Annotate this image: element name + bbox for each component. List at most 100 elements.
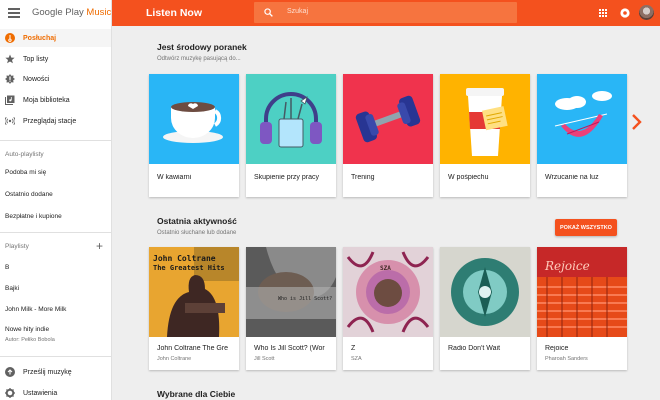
search-placeholder: Szukaj [287,8,309,15]
album-artist[interactable]: John Coltrane [157,356,235,362]
takeaway-cup-icon [466,88,508,156]
sidebar-playlist-item[interactable]: John Milk - More Milk [5,306,66,313]
app-logo[interactable]: Google Play Music [32,7,111,18]
sidebar-item-new-releases[interactable]: Nowości [0,70,111,88]
album-title: Rejoice [545,345,569,352]
autoplaylists-header: Auto-playlisty [5,151,44,158]
sidebar: Google Play Music Posłuchaj Top listy No… [0,0,112,400]
station-title: Wrzucanie na luz [545,174,599,181]
album-art: Who is Jill Scott? [246,247,336,337]
hamburger-menu-icon[interactable] [8,8,20,18]
station-card[interactable]: W kawiarni [149,74,239,197]
album-card[interactable]: Radio Don't Wait [440,247,530,370]
album-title: Who Is Jill Scott? (Wor [254,345,325,352]
album-artist[interactable]: Jill Scott [254,356,332,362]
station-art [343,74,433,164]
album-title: Z [351,345,356,352]
album-art-graphic [343,247,433,337]
sidebar-item-listen-now[interactable]: Posłuchaj [0,29,111,47]
album-card[interactable]: Who is Jill Scott? Who Is Jill Scott? (W… [246,247,336,370]
cover-text: Rejoice [545,259,590,273]
sidebar-item-label: Nowości [23,75,50,83]
station-title: W pośpiechu [448,174,489,181]
sidebar-item-label: Moja biblioteka [23,96,70,104]
upload-icon [5,367,15,377]
album-artist[interactable]: Pharoah Sanders [545,356,623,362]
album-card[interactable]: SZA Z SZA [343,247,433,370]
station-art [246,74,336,164]
station-art [149,74,239,164]
coffee-cup-icon [163,102,223,143]
playlist-author: Autor: Pełiko Bobola [5,337,55,343]
cover-text: Who is Jill Scott? [278,296,333,302]
sidebar-divider [0,356,111,357]
album-card[interactable]: John Coltrane The Greatest Hits John Col… [149,247,239,370]
sidebar-item-top-charts[interactable]: Top listy [0,50,111,68]
station-title: W kawiarni [157,174,192,181]
sidebar-playlist-item[interactable]: Bajki [5,285,19,292]
page-title: Listen Now [146,7,203,19]
album-art: Rejoice [537,247,627,337]
album-art-graphic [246,247,336,337]
logo-text-accent: Music [86,7,112,18]
station-card[interactable]: W pośpiechu [440,74,530,197]
section-subtitle-mood: Odtwórz muzykę pasującą do... [157,56,241,62]
station-card[interactable]: Skupienie przy pracy [246,74,336,197]
brand-header: Google Play Music [0,0,112,26]
sidebar-divider [0,140,111,141]
chevron-right-icon[interactable] [629,112,643,132]
star-icon [5,54,15,64]
station-card[interactable]: Trening [343,74,433,197]
section-title-recent: Ostatnia aktywność [157,216,237,226]
section-title-for-you: Wybrane dla Ciebie [157,389,236,399]
station-art [440,74,530,164]
sidebar-item-label: Top listy [23,55,49,63]
avatar[interactable] [639,5,654,20]
search-input[interactable]: Szukaj [254,2,517,23]
album-art: John Coltrane The Greatest Hits [149,247,239,337]
hammock-icon [554,91,612,137]
sidebar-item-browse-stations[interactable]: Przeglądaj stacje [0,112,111,130]
album-title: Radio Don't Wait [448,345,501,352]
library-icon [5,95,15,105]
cover-text: John Coltrane [153,254,216,263]
search-icon [264,8,273,17]
top-app-bar: Listen Now Szukaj [112,0,660,26]
sidebar-item-upload-music[interactable]: Prześlij muzykę [0,363,111,381]
sidebar-item-label: Posłuchaj [23,34,57,42]
sidebar-item-settings[interactable]: Ustawienia [0,384,111,400]
album-title: John Coltrane The Gre [157,345,229,352]
headphones-icon [260,92,322,148]
cover-text: SZA [380,265,391,272]
sidebar-item-library[interactable]: Moja biblioteka [0,91,111,109]
station-art [537,74,627,164]
album-artist[interactable]: SZA [351,356,429,362]
playlists-header: Playlisty [5,243,29,250]
section-title-mood: Jest środowy poranek [157,42,247,52]
sidebar-playlist-item[interactable]: Nowe hity indie [5,326,49,333]
sidebar-item-recently-added[interactable]: Ostatnio dodane [5,191,53,198]
settings-icon [5,388,15,398]
dumbbell-icon [355,95,421,143]
sidebar-item-label: Ustawienia [23,389,58,397]
apps-grid-icon[interactable] [599,9,607,17]
sidebar-item-free-purchased[interactable]: Bezpłatne i kupione [5,213,62,220]
sidebar-item-label: Prześlij muzykę [23,368,72,376]
sidebar-playlist-item[interactable]: B [5,264,9,271]
add-playlist-icon[interactable]: + [96,240,103,252]
album-art-graphic [440,247,530,337]
new-releases-icon [5,74,15,84]
sidebar-item-thumbs-up[interactable]: Podoba mi się [5,169,46,176]
album-art: SZA [343,247,433,337]
logo-text-plain: Google Play [32,7,84,18]
sidebar-item-label: Przeglądaj stacje [23,117,77,125]
cover-text: The Greatest Hits [153,264,225,272]
album-card[interactable]: Rejoice Rejoice Pharoah Sanders [537,247,627,370]
station-title: Skupienie przy pracy [254,174,319,181]
sidebar-divider [0,232,111,233]
show-all-button[interactable]: POKAŻ WSZYSTKO [555,219,617,236]
notification-icon[interactable] [620,8,630,18]
section-subtitle-recent: Ostatnio słuchane lub dodane [157,230,237,236]
station-card[interactable]: Wrzucanie na luz [537,74,627,197]
radio-icon [5,116,15,126]
